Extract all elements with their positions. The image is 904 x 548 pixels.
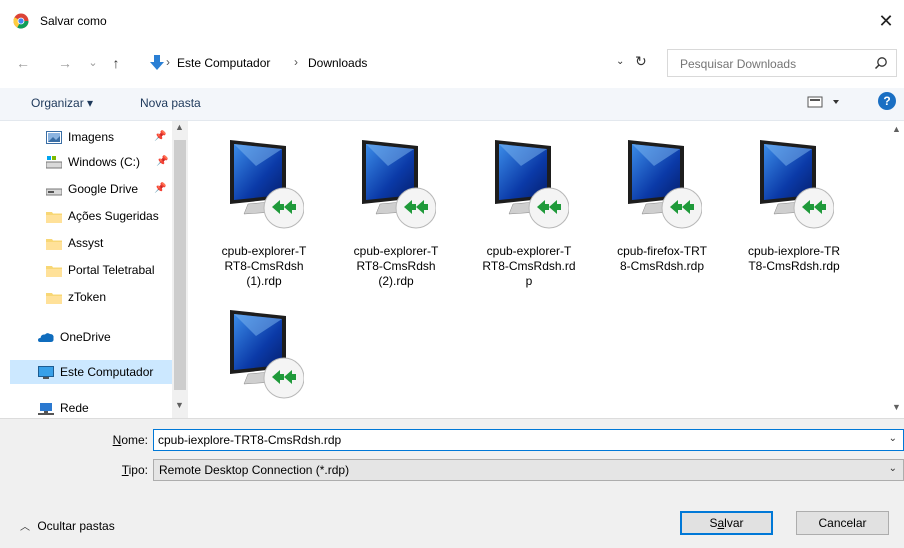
search-box[interactable] [667, 49, 897, 77]
close-button[interactable]: ✕ [872, 8, 900, 34]
search-icon[interactable] [874, 56, 888, 70]
file-name-line: RT8-CmsRdsh [224, 259, 304, 273]
window-title: Salvar como [40, 14, 107, 28]
file-item[interactable]: cpub-firefox-TRT 8-CmsRdsh.rdp [602, 126, 722, 306]
scroll-up-icon[interactable]: ▲ [175, 122, 184, 132]
folder-icon [46, 266, 62, 277]
folder-icon [46, 239, 62, 250]
file-item[interactable]: cpub-explorer-T RT8-CmsRdsh.rd p [469, 126, 589, 306]
pin-icon[interactable]: 📌 [154, 126, 166, 148]
file-name-line: 8-CmsRdsh.rdp [619, 259, 705, 273]
sidebar-item-label: Google Drive [68, 182, 139, 196]
onedrive-icon [38, 333, 54, 342]
cancel-button[interactable]: Cancelar [796, 511, 889, 535]
drive-icon [46, 156, 62, 169]
file-name-field[interactable]: ⌄ [153, 429, 904, 451]
remote-desktop-icon [628, 140, 702, 229]
computer-icon [38, 366, 54, 379]
file-type-value: Remote Desktop Connection (*.rdp) [159, 463, 350, 477]
file-name-line: cpub-iexplore-TR [747, 244, 841, 258]
breadcrumb-separator: › [294, 55, 298, 69]
pin-icon[interactable]: 📌 [154, 178, 166, 200]
file-name-label: cpub-explorer-T RT8-CmsRdsh (2).rdp [336, 244, 456, 289]
pin-icon[interactable]: 📌 [156, 151, 168, 173]
chevron-down-icon[interactable]: ⌄ [889, 433, 897, 444]
command-bar [0, 88, 904, 121]
file-list: cpub-explorer-T RT8-CmsRdsh (1).rdp cpub-ex… [194, 121, 886, 418]
back-button[interactable]: ← [14, 53, 32, 73]
change-view-icon[interactable] [806, 93, 846, 111]
folder-icon [46, 293, 62, 304]
forward-button[interactable]: → [56, 53, 74, 73]
file-name-line: T8-CmsRdsh.rdp [748, 259, 840, 273]
file-name-label: cpub-explorer-T RT8-CmsRdsh (1).rdp [204, 244, 324, 289]
folder-icon [46, 212, 62, 223]
file-name-label: cpub-firefox-TRT 8-CmsRdsh.rdp [602, 244, 722, 274]
sidebar-item-label: Windows (C:) [68, 155, 141, 169]
save-button[interactable]: Salvar [680, 511, 773, 535]
sidebar-item-label: OneDrive [60, 330, 111, 344]
hide-folders-label: Ocultar pastas [37, 519, 115, 533]
file-name-line: cpub-explorer-T [221, 244, 307, 258]
file-name-line: RT8-CmsRdsh.rd [482, 259, 576, 273]
file-name-line: cpub-firefox-TRT [617, 244, 707, 258]
sidebar-item-label: Este Computador [60, 365, 154, 379]
chevron-down-icon[interactable]: ⌄ [889, 463, 897, 474]
navigation-pane: Imagens 📌 Windows (C:) 📌 Google Drive 📌 … [0, 121, 188, 418]
sidebar-item-label: Assyst [68, 236, 104, 250]
network-icon [38, 403, 54, 415]
chevron-up-icon: ︿ [20, 522, 30, 533]
file-type-select[interactable]: Remote Desktop Connection (*.rdp) ⌄ [153, 459, 904, 481]
recent-locations-button[interactable]: ⌄ [84, 53, 102, 73]
type-label: Tipo: [121, 463, 148, 477]
file-name-line: (1).rdp [246, 274, 282, 288]
scroll-down-icon[interactable]: ▼ [175, 400, 184, 410]
scroll-up-icon[interactable]: ▲ [892, 124, 901, 134]
name-label: Nome: [112, 433, 148, 447]
drive-icon [46, 188, 62, 196]
file-name-label: cpub-explorer-T RT8-CmsRdsh.rd p [469, 244, 589, 289]
remote-desktop-icon [760, 140, 834, 229]
sidebar-item-label: Ações Sugeridas [68, 209, 159, 223]
file-name-line: cpub-explorer-T [353, 244, 439, 258]
file-name-input[interactable] [158, 433, 858, 447]
refresh-icon[interactable]: ↻ [635, 53, 647, 70]
breadcrumb-este-computador[interactable]: Este Computador [177, 56, 270, 70]
downloads-arrow-icon [150, 55, 164, 70]
remote-desktop-icon [495, 140, 569, 229]
file-name-label: cpub-iexplore-TR T8-CmsRdsh.rdp [734, 244, 854, 274]
search-input[interactable] [678, 56, 862, 72]
pictures-folder-icon [46, 131, 62, 144]
file-item[interactable]: cpub-iexplore-TR T8-CmsRdsh.rdp [734, 126, 854, 306]
file-item[interactable] [204, 296, 324, 418]
sidebar-item-label: Rede [60, 401, 89, 415]
sidebar-item-label: zToken [68, 290, 107, 304]
remote-desktop-icon [362, 140, 436, 229]
new-folder-button[interactable]: Nova pasta [140, 96, 201, 110]
file-item[interactable]: cpub-explorer-T RT8-CmsRdsh (2).rdp [336, 126, 456, 306]
breadcrumb-downloads[interactable]: Downloads [308, 56, 367, 70]
file-item[interactable]: cpub-explorer-T RT8-CmsRdsh (1).rdp [204, 126, 324, 306]
remote-desktop-icon [230, 310, 304, 399]
remote-desktop-icon [230, 140, 304, 229]
file-name-line: RT8-CmsRdsh [356, 259, 436, 273]
breadcrumb-separator: › [166, 55, 170, 69]
organize-menu[interactable]: Organizar ▾ [31, 96, 93, 110]
file-name-line: cpub-explorer-T [486, 244, 572, 258]
up-button[interactable]: ↑ [107, 53, 125, 73]
scroll-down-icon[interactable]: ▼ [892, 402, 901, 412]
file-list-scrollbar[interactable] [886, 121, 904, 418]
title-bar [0, 0, 904, 42]
chrome-icon [13, 13, 29, 29]
sidebar-item-label: Imagens [68, 130, 115, 144]
address-dropdown-icon[interactable]: ⌄ [616, 56, 624, 67]
hide-folders-button[interactable]: ︿ Ocultar pastas [20, 518, 115, 533]
file-name-line: p [525, 274, 533, 288]
help-icon[interactable]: ? [878, 92, 896, 110]
sidebar-scrollbar-thumb[interactable] [174, 140, 186, 390]
file-name-line: (2).rdp [378, 274, 414, 288]
sidebar-item-label: Portal Teletrabal [68, 263, 155, 277]
